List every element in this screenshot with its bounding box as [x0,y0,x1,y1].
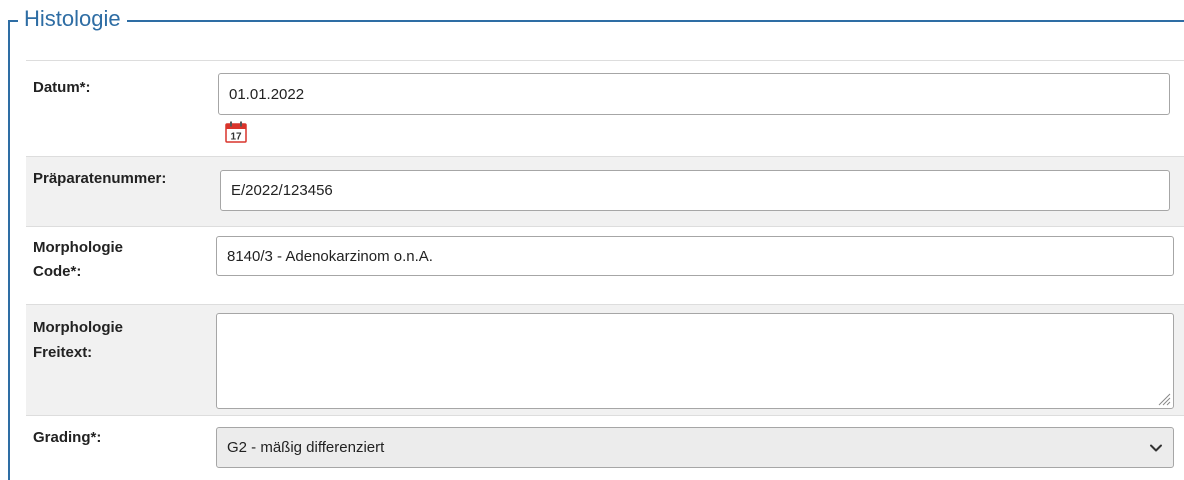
datum-input[interactable]: 01.01.2022 [218,73,1170,115]
calendar-icon[interactable]: 17 [225,121,247,143]
praeparat-value: E/2022/123456 [231,182,333,199]
grading-label: Grading*: [33,429,102,446]
row-praeparat: Präparatenummer: E/2022/123456 [26,156,1184,226]
resize-grip-icon[interactable] [1157,392,1171,406]
praeparat-label: Präparatenummer: [33,170,167,187]
morph-code-label-1: Morphologie [33,239,123,256]
morph-freitext-textarea[interactable] [216,313,1174,409]
datum-value: 01.01.2022 [229,85,305,103]
row-morph-code: Morphologie Code*: 8140/3 - Adenokarzino… [26,226,1184,304]
row-morph-freitext: Morphologie Freitext: [26,304,1184,415]
grading-select[interactable]: G2 - mäßig differenziert [216,427,1174,468]
chevron-down-icon [1150,444,1162,451]
morph-freitext-label-1: Morphologie [33,319,123,336]
praeparat-input[interactable]: E/2022/123456 [220,170,1170,211]
row-grading: Grading*: G2 - mäßig differenziert [26,415,1184,468]
morph-code-input[interactable]: 8140/3 - Adenokarzinom o.n.A. [216,236,1174,276]
section-legend: Histologie [18,4,127,34]
row-datum: Datum*: 01.01.2022 17 [26,60,1184,156]
morph-code-value: 8140/3 - Adenokarzinom o.n.A. [227,247,433,265]
morph-code-label-2: Code*: [33,263,82,280]
grading-selected-value: G2 - mäßig differenziert [227,439,385,456]
calendar-day: 17 [230,132,242,143]
morph-freitext-label-2: Freitext: [33,344,93,361]
datum-label: Datum*: [33,79,91,96]
